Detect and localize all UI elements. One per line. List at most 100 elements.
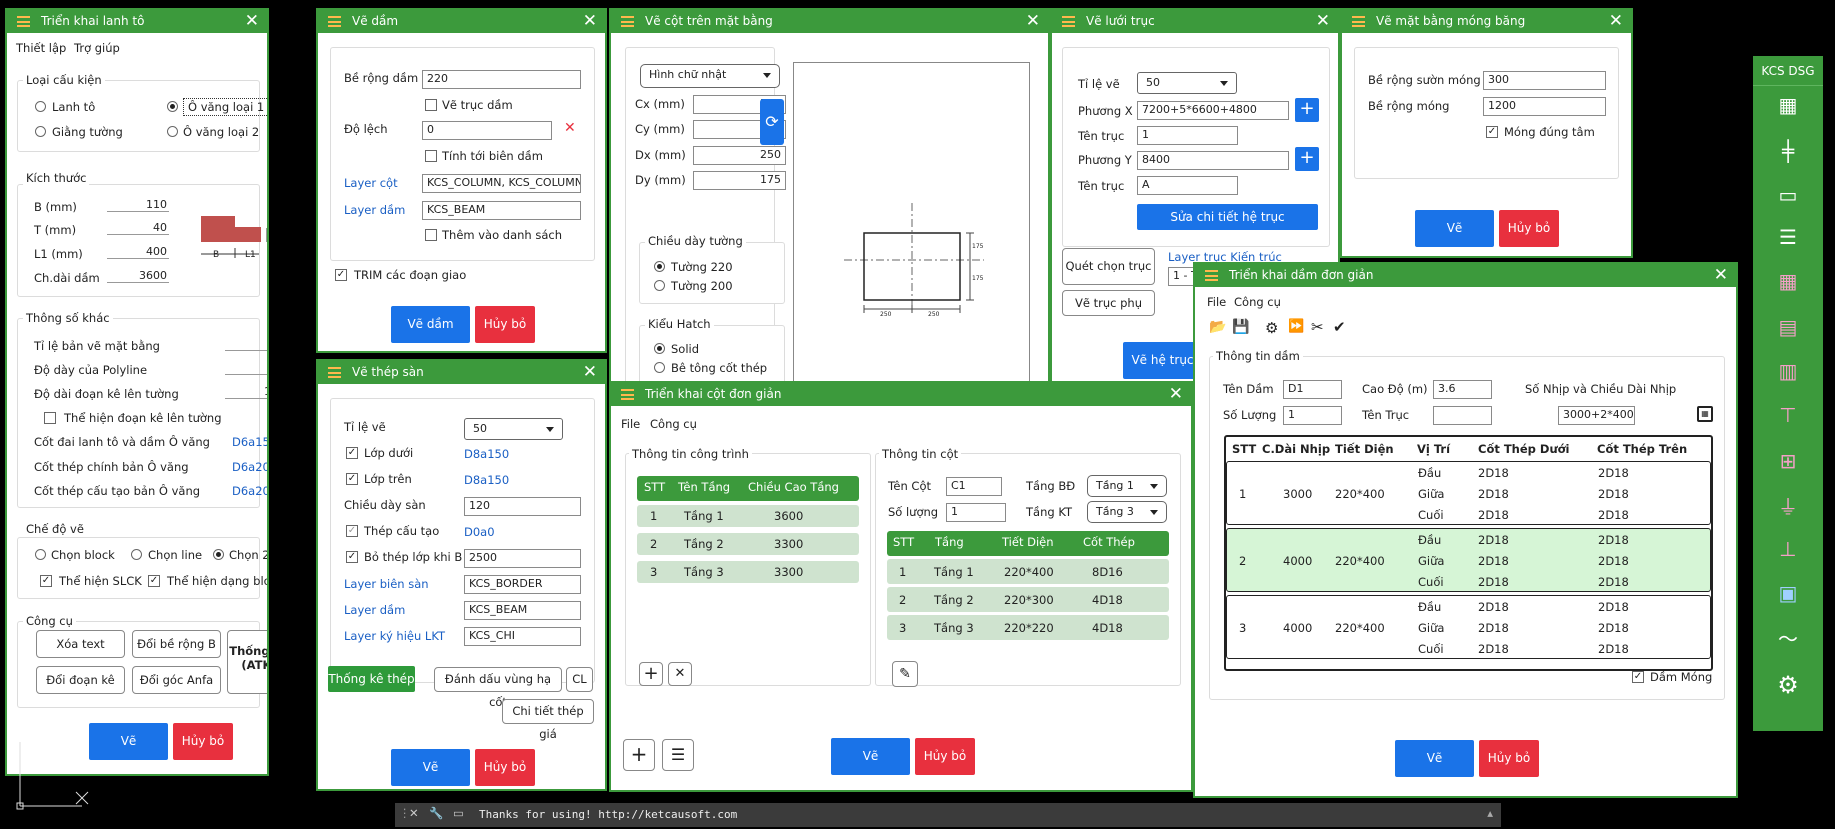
skip-field[interactable]: 2500 xyxy=(464,549,581,568)
span-field[interactable]: 3000+2*4000 xyxy=(1558,406,1635,425)
steel-link[interactable]: D6a150 xyxy=(232,435,267,449)
close-icon[interactable]: ✕ xyxy=(1026,11,1040,31)
cancel-button[interactable]: Hủy bỏ xyxy=(1499,210,1559,247)
y-spacing-field[interactable]: 8400 xyxy=(1137,151,1289,170)
skip-checkbox[interactable]: ✓ xyxy=(346,551,358,563)
cancel-button[interactable]: Hủy bỏ xyxy=(475,306,535,343)
table-row[interactable]: 3 Tầng 3 220*220 4D18 xyxy=(887,615,1169,640)
close-icon[interactable]: ✕ xyxy=(1169,384,1183,404)
menu-file[interactable]: File xyxy=(621,417,640,431)
cancel-button[interactable]: Hủy bỏ xyxy=(1479,740,1539,777)
table-row[interactable]: 1 Tầng 1 220*400 8D16 xyxy=(887,559,1169,584)
change-bearing-button[interactable]: Đổi đoạn kê xyxy=(36,666,125,694)
statistics-button[interactable]: Thống kê (ATK) xyxy=(227,630,267,694)
layer-beam-link[interactable]: Layer dầm xyxy=(344,603,405,617)
menu-icon[interactable] xyxy=(328,367,341,378)
table-row[interactable]: 2 Tầng 2 3300 xyxy=(637,533,859,555)
close-icon[interactable]: ✕ xyxy=(1316,11,1330,31)
table-row[interactable]: 2 4000 220*400 Đầu Giữa Cuối 2D18 2D18 2… xyxy=(1226,528,1711,592)
length-field[interactable]: 3600 xyxy=(107,269,169,283)
table-row[interactable]: 2 Tầng 2 220*300 4D18 xyxy=(887,587,1169,612)
footing-icon[interactable]: ⏚ xyxy=(1753,490,1823,520)
distribution-checkbox[interactable]: ✓ xyxy=(346,525,358,537)
draw-button[interactable]: Vẽ xyxy=(89,723,168,760)
check-icon[interactable]: ✔ xyxy=(1333,318,1346,336)
radio-concrete[interactable] xyxy=(654,362,665,373)
stair-icon[interactable]: ⊤ xyxy=(1753,400,1823,430)
draw-button[interactable]: Vẽ xyxy=(831,738,910,775)
footing-width-field[interactable]: 1200 xyxy=(1483,97,1606,116)
cancel-button[interactable]: Hủy bỏ xyxy=(173,723,233,760)
statistics-button[interactable]: Thống kê thép xyxy=(328,666,415,692)
layer-border-link[interactable]: Layer biên sàn xyxy=(344,577,429,591)
close-icon[interactable]: ✕ xyxy=(409,806,419,820)
add-icon[interactable]: + xyxy=(623,739,655,771)
change-angle-button[interactable]: Đổi góc Anfa xyxy=(132,666,221,694)
layer-beam-field[interactable]: KCS_BEAM xyxy=(422,201,581,220)
table-row[interactable]: 1 Tầng 1 3600 xyxy=(637,505,859,527)
bearing-field[interactable]: 150 xyxy=(225,385,267,399)
menu-icon[interactable] xyxy=(328,16,341,27)
close-icon[interactable]: ✕ xyxy=(1714,265,1728,285)
x-spacing-field[interactable]: 7200+5*6600+4800 xyxy=(1137,101,1289,120)
dx-field[interactable]: 250 xyxy=(693,146,786,165)
edge-checkbox[interactable] xyxy=(425,150,437,162)
radio-tie-beam[interactable] xyxy=(35,126,46,137)
quantity-field[interactable]: 1 xyxy=(1283,406,1342,425)
y-name-field[interactable]: A xyxy=(1137,176,1238,195)
scale-select[interactable]: 50 xyxy=(464,418,563,440)
offset-field[interactable]: 0 xyxy=(422,121,552,140)
calc-icon[interactable]: ▦ xyxy=(1697,406,1713,422)
edit-grid-button[interactable]: Sửa chi tiết hệ trục xyxy=(1137,204,1318,230)
b-field[interactable]: 110 xyxy=(107,198,169,212)
table-row[interactable]: 3 Tầng 3 3300 xyxy=(637,561,859,583)
menu-icon[interactable] xyxy=(1352,16,1365,27)
layer-column-link[interactable]: Layer cột xyxy=(344,176,398,190)
sub-axis-button[interactable]: Vẽ trục phụ xyxy=(1062,290,1155,316)
close-icon[interactable]: ✕ xyxy=(583,11,597,31)
bottom-checkbox[interactable]: ✓ xyxy=(346,447,358,459)
add-y-icon[interactable]: + xyxy=(1295,147,1319,171)
radio-canopy-2[interactable] xyxy=(167,126,178,137)
menu-icon[interactable] xyxy=(17,16,30,27)
distribution-link[interactable]: D0a0 xyxy=(464,525,495,539)
t-field[interactable]: 40 xyxy=(107,221,169,235)
menu-tools[interactable]: Công cụ xyxy=(650,417,697,431)
slck-checkbox[interactable]: ✓ xyxy=(40,575,52,587)
add-icon[interactable]: + xyxy=(639,662,663,686)
steel-link[interactable]: D6a200 xyxy=(232,484,267,498)
gear-icon[interactable]: ⚙ xyxy=(1265,319,1278,337)
scale-select[interactable]: 50 xyxy=(1137,72,1237,94)
layer-border-field[interactable]: KCS_BORDER xyxy=(464,575,581,594)
layer-symbol-link[interactable]: Layer ký hiệu LKT xyxy=(344,629,445,643)
radio-canopy-1[interactable] xyxy=(167,101,178,112)
axis-icon[interactable]: ╪ xyxy=(1753,136,1823,166)
close-icon[interactable]: ✕ xyxy=(1609,11,1623,31)
slab-icon[interactable]: ☰ xyxy=(1753,222,1823,252)
draw-grid-button[interactable]: Vẽ hệ trục xyxy=(1123,342,1202,379)
beam-name-field[interactable]: D1 xyxy=(1283,380,1342,399)
change-width-button[interactable]: Đổi bề rộng B xyxy=(132,630,221,658)
lintel-icon[interactable]: ⊞ xyxy=(1753,446,1823,476)
quantity-field[interactable]: 1 xyxy=(946,503,1006,522)
cancel-button[interactable]: Hủy bỏ xyxy=(475,749,535,786)
open-icon[interactable]: 📂 xyxy=(1209,319,1226,335)
top-checkbox[interactable]: ✓ xyxy=(346,473,358,485)
menu-settings[interactable]: Thiết lập xyxy=(16,41,66,55)
grid-icon[interactable]: ▦ xyxy=(1753,90,1823,120)
centered-checkbox[interactable]: ✓ xyxy=(1486,126,1498,138)
x-name-field[interactable]: 1 xyxy=(1137,126,1238,145)
l1-field[interactable]: 400 xyxy=(107,245,169,259)
command-line[interactable]: ⋮ ✕ 🔧 ▭ Thanks for using! http://ketcaus… xyxy=(395,803,1501,827)
clear-text-button[interactable]: Xóa text xyxy=(36,630,125,658)
wrench-icon[interactable]: 🔧 xyxy=(429,806,443,820)
menu-icon[interactable] xyxy=(1205,270,1218,281)
radio-2pt[interactable] xyxy=(213,549,224,560)
close-icon[interactable]: ✕ xyxy=(245,11,259,31)
column-icon[interactable]: ▤ xyxy=(1753,312,1823,342)
start-floor-select[interactable]: Tầng 1 xyxy=(1087,475,1167,497)
table-row[interactable]: 1 3000 220*400 Đầu Giữa Cuối 2D18 2D18 2… xyxy=(1226,461,1711,525)
beam-detail-icon[interactable]: ▥ xyxy=(1753,356,1823,386)
rib-width-field[interactable]: 300 xyxy=(1483,71,1606,90)
layer-column-field[interactable]: KCS_COLUMN, KCS_COLUMN xyxy=(422,174,581,193)
